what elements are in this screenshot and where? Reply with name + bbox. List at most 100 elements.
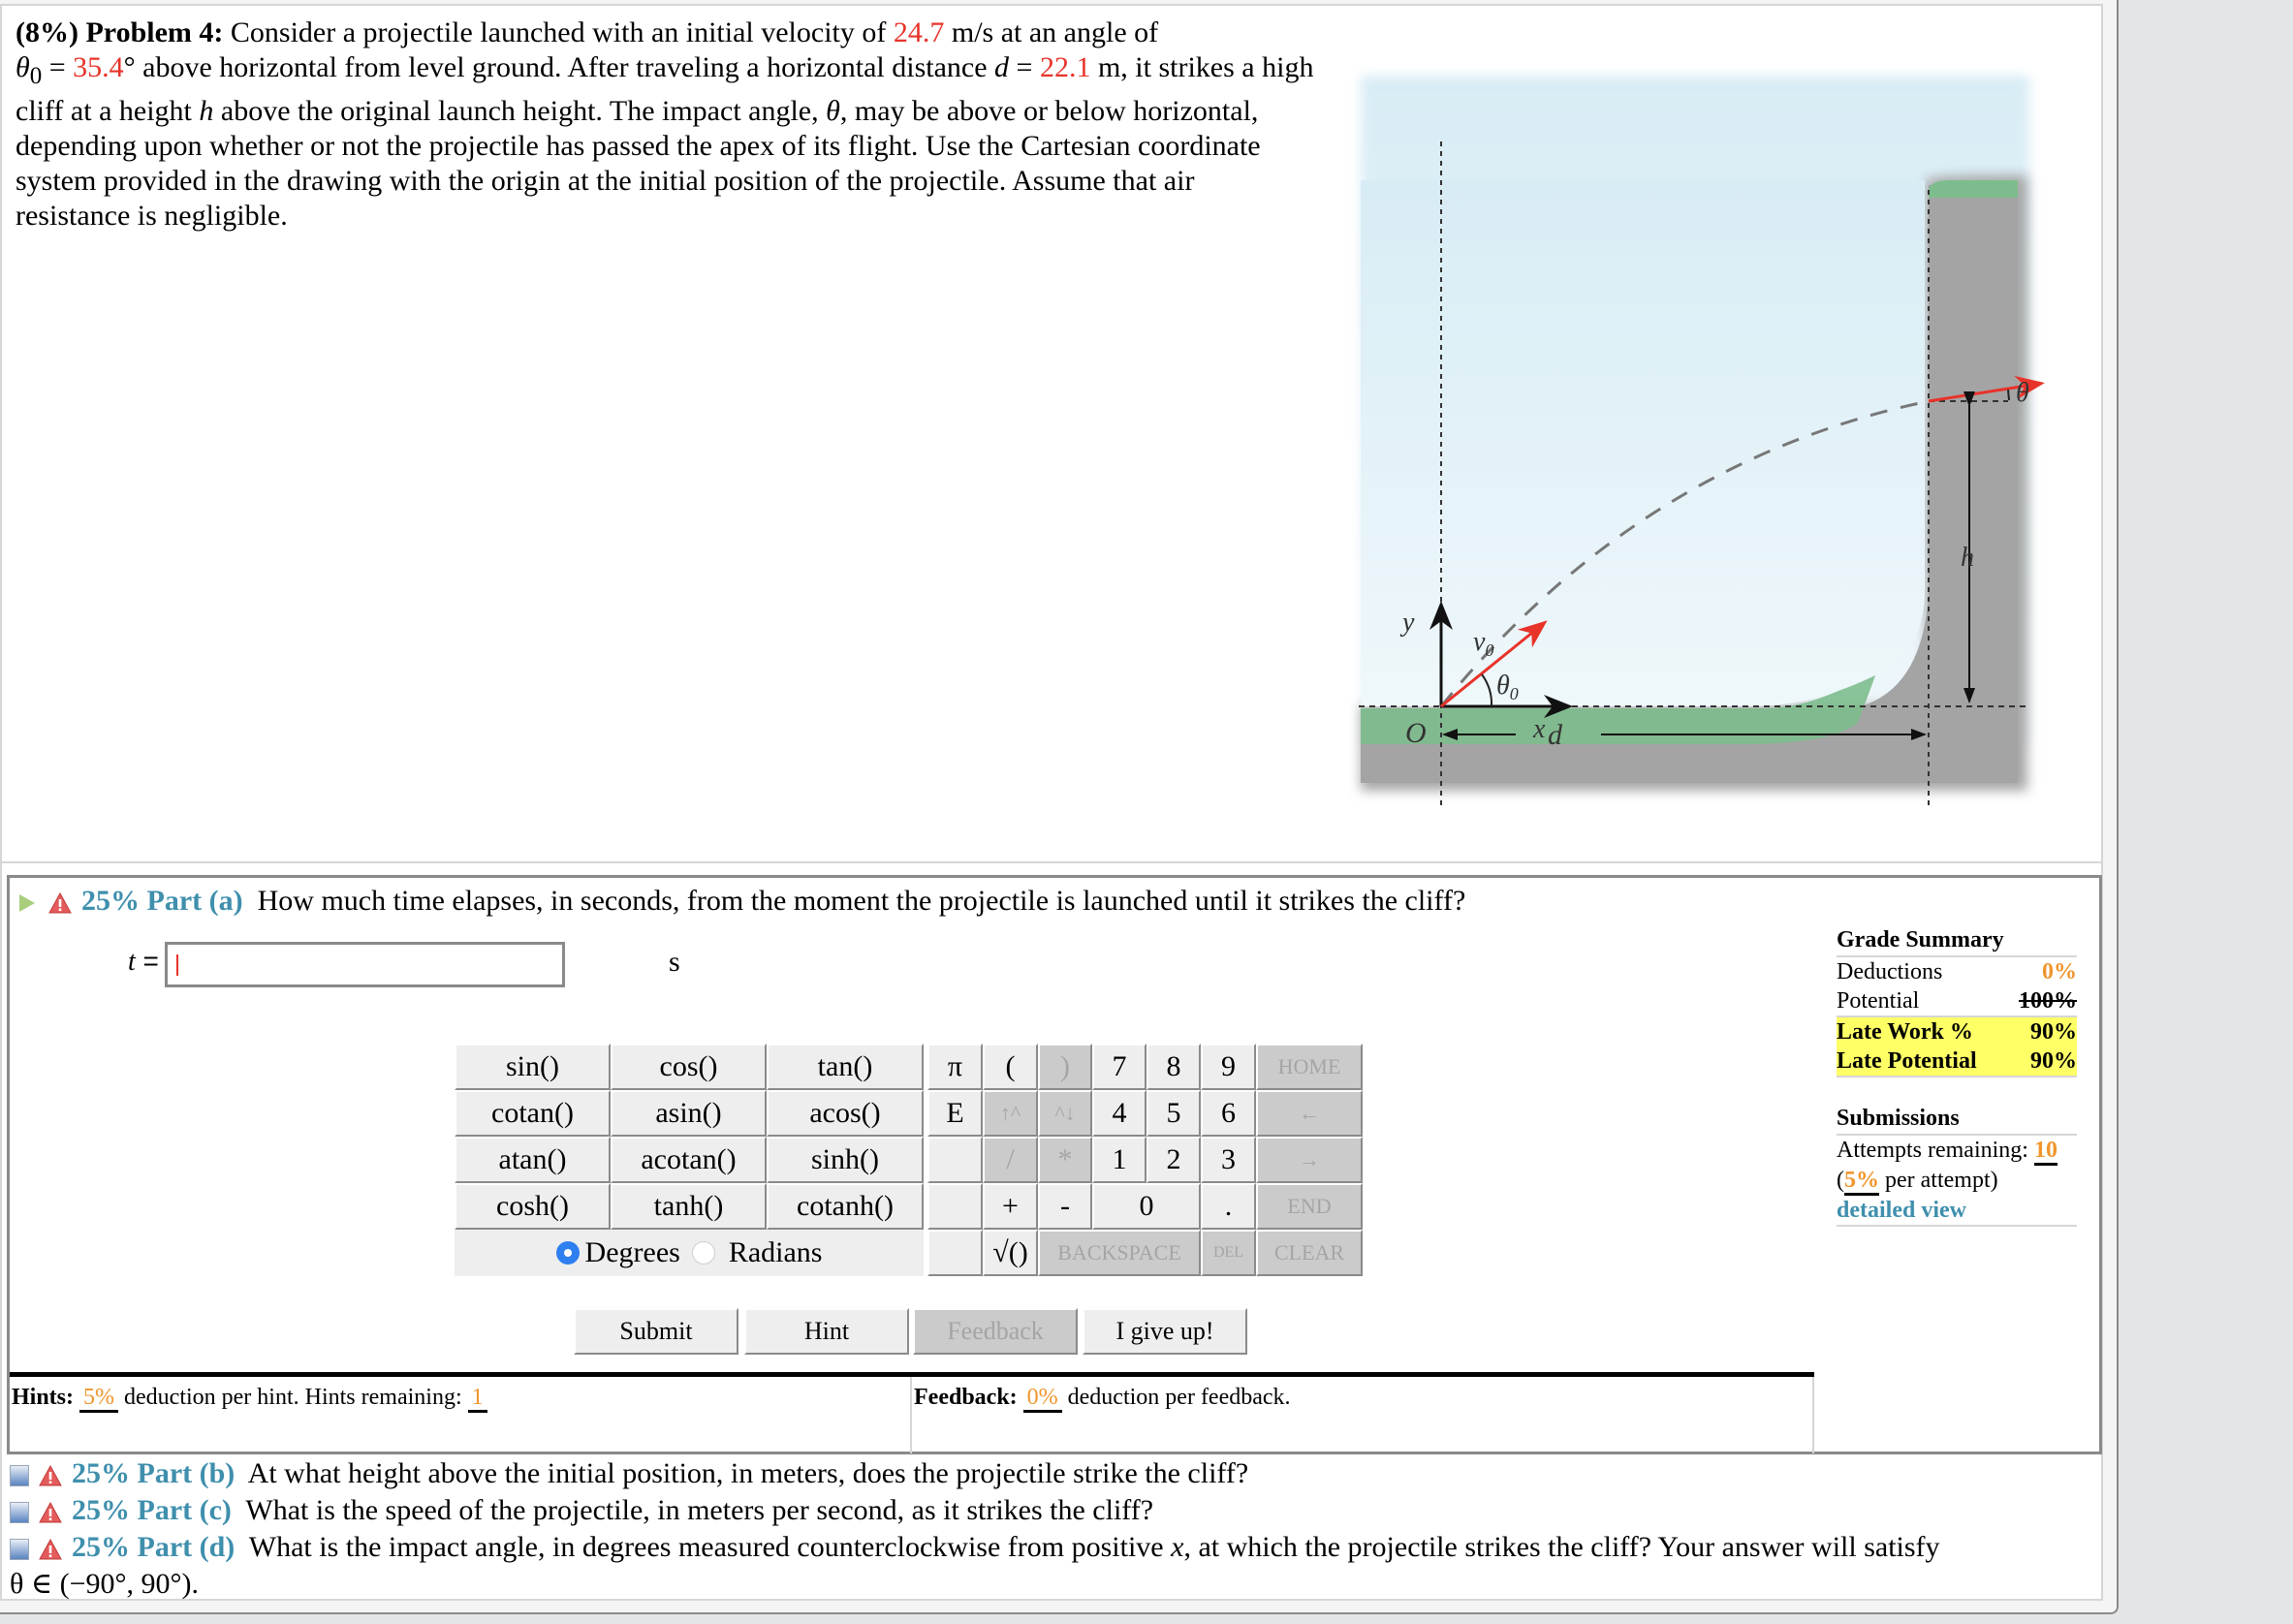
feedback-label: Feedback: — [914, 1385, 1018, 1410]
key-function-acos[interactable]: acos() — [767, 1090, 924, 1137]
part-a-question: How much time elapses, in seconds, from … — [257, 885, 1466, 917]
text-caret — [176, 954, 178, 976]
attempts-count: 10 — [2033, 1138, 2057, 1166]
key-right-arrow[interactable]: → — [1256, 1137, 1363, 1183]
collapsed-part-icon[interactable] — [10, 1539, 29, 1561]
hint-button[interactable]: Hint — [744, 1308, 909, 1355]
key-decimal[interactable]: . — [1201, 1183, 1256, 1230]
key-function-atan[interactable]: atan() — [455, 1137, 611, 1183]
degrees-label[interactable]: Degrees — [585, 1236, 680, 1269]
part-question: What is the speed of the projectile, in … — [245, 1494, 1154, 1526]
key-function-cos[interactable]: cos() — [611, 1044, 767, 1090]
key-home[interactable]: HOME — [1256, 1044, 1363, 1090]
key-open-paren[interactable]: ( — [983, 1044, 1038, 1090]
key-divide[interactable]: / — [983, 1137, 1038, 1183]
feedback-cell: Feedback: 0% deduction per feedback. — [912, 1377, 1814, 1453]
grade-row-value: 100% — [2019, 988, 2077, 1014]
grade-summary-title: Grade Summary — [1837, 924, 2077, 957]
key-close-paren[interactable]: ) — [1038, 1044, 1092, 1090]
key-function-sin[interactable]: sin() — [455, 1044, 611, 1090]
part-question: , at which the projectile strikes the cl… — [1183, 1531, 1940, 1563]
h-symbol: h — [199, 95, 214, 127]
attempts-text: Attempts remaining: — [1837, 1138, 2034, 1163]
collapsed-part-icon[interactable] — [10, 1502, 29, 1524]
key-6[interactable]: 6 — [1201, 1090, 1256, 1137]
detailed-view-link[interactable]: detailed view — [1837, 1196, 2077, 1227]
x-variable: x — [1171, 1531, 1184, 1563]
key-pi[interactable]: π — [927, 1044, 983, 1090]
key-function-cotan[interactable]: cotan() — [455, 1090, 611, 1137]
key-e[interactable]: E — [927, 1090, 983, 1137]
key-function-sinh[interactable]: sinh() — [767, 1137, 924, 1183]
key-minus[interactable]: - — [1038, 1183, 1092, 1230]
key-end[interactable]: END — [1256, 1183, 1363, 1230]
distance-value: 22.1 — [1039, 51, 1091, 83]
part-weight: 25% — [72, 1457, 130, 1489]
answer-variable: t — [128, 947, 136, 977]
key-0[interactable]: 0 — [1092, 1183, 1201, 1230]
key-function-cosh[interactable]: cosh() — [455, 1183, 611, 1230]
key-sqrt[interactable]: √() — [983, 1230, 1038, 1276]
grade-row-label: Deductions — [1837, 959, 1943, 984]
h-label: h — [1961, 543, 1974, 573]
key-blank — [927, 1183, 983, 1230]
equals-sign: = — [1009, 51, 1040, 83]
key-function-tanh[interactable]: tanh() — [611, 1183, 767, 1230]
key-left-arrow[interactable]: ← — [1256, 1090, 1363, 1137]
key-backspace[interactable]: BACKSPACE — [1038, 1230, 1201, 1276]
key-delete[interactable]: DEL — [1201, 1230, 1256, 1276]
feedback-deduction: 0% — [1022, 1385, 1062, 1413]
part-question: At what height above the initial positio… — [247, 1457, 1249, 1489]
feedback-button[interactable]: Feedback — [913, 1308, 1078, 1355]
penalty-value: 5% — [1844, 1168, 1879, 1196]
key-exp-up[interactable]: ↑^ — [983, 1090, 1038, 1137]
part-c-row[interactable]: 25% Part (c) What is the speed of the pr… — [10, 1492, 2093, 1529]
theta-symbol: θ — [826, 95, 840, 127]
problem-text: m/s at an angle of — [944, 16, 1159, 48]
part-b-row[interactable]: 25% Part (b) At what height above the in… — [10, 1455, 2093, 1492]
key-exp-down[interactable]: ^↓ — [1038, 1090, 1092, 1137]
radians-label[interactable]: Radians — [729, 1236, 823, 1269]
key-5[interactable]: 5 — [1146, 1090, 1201, 1137]
part-d-range: θ ∈ (−90°, 90°). — [10, 1568, 199, 1600]
initial-velocity-value: 24.7 — [893, 16, 945, 48]
hints-feedback-table: Hints: 5% deduction per hint. Hints rema… — [10, 1372, 1814, 1453]
part-weight: 25% — [72, 1531, 130, 1563]
section-divider — [2, 861, 2103, 863]
part-d-row[interactable]: 25% Part (d) What is the impact angle, i… — [10, 1529, 2093, 1566]
key-3[interactable]: 3 — [1201, 1137, 1256, 1183]
hints-info: Hints: 5% deduction per hint. Hints rema… — [12, 1385, 487, 1413]
problem-label: Problem 4: — [85, 16, 224, 48]
key-function-acotan[interactable]: acotan() — [611, 1137, 767, 1183]
angle-mode-selector: Degrees Radians — [455, 1230, 924, 1276]
key-2[interactable]: 2 — [1146, 1137, 1201, 1183]
problem-weight: (8%) — [16, 16, 79, 48]
key-function-cotanh[interactable]: cotanh() — [767, 1183, 924, 1230]
key-function-asin[interactable]: asin() — [611, 1090, 767, 1137]
key-multiply[interactable]: * — [1038, 1137, 1092, 1183]
key-9[interactable]: 9 — [1201, 1044, 1256, 1090]
feedback-text: deduction per feedback. — [1061, 1385, 1291, 1410]
key-function-tan[interactable]: tan() — [767, 1044, 924, 1090]
collapsed-part-icon[interactable] — [10, 1465, 29, 1487]
key-1[interactable]: 1 — [1092, 1137, 1146, 1183]
answer-input[interactable] — [165, 942, 565, 987]
give-up-button[interactable]: I give up! — [1083, 1308, 1247, 1355]
key-blank — [927, 1230, 983, 1276]
key-clear[interactable]: CLEAR — [1256, 1230, 1363, 1276]
key-7[interactable]: 7 — [1092, 1044, 1146, 1090]
sky-cutout — [1361, 180, 1925, 706]
key-4[interactable]: 4 — [1092, 1090, 1146, 1137]
theta0-symbol: θ — [16, 51, 30, 83]
penalty-text: per attempt) — [1879, 1168, 1998, 1193]
expand-play-icon[interactable] — [19, 894, 35, 913]
origin-label: O — [1405, 717, 1427, 749]
part-question: What is the impact angle, in degrees mea… — [248, 1531, 1172, 1563]
part-label: Part (b) — [137, 1457, 236, 1489]
key-plus[interactable]: + — [983, 1183, 1038, 1230]
radians-radio[interactable] — [691, 1241, 715, 1265]
submit-button[interactable]: Submit — [574, 1308, 738, 1355]
key-8[interactable]: 8 — [1146, 1044, 1201, 1090]
grade-row-value: 0% — [2042, 959, 2077, 984]
degrees-radio[interactable] — [555, 1241, 580, 1265]
